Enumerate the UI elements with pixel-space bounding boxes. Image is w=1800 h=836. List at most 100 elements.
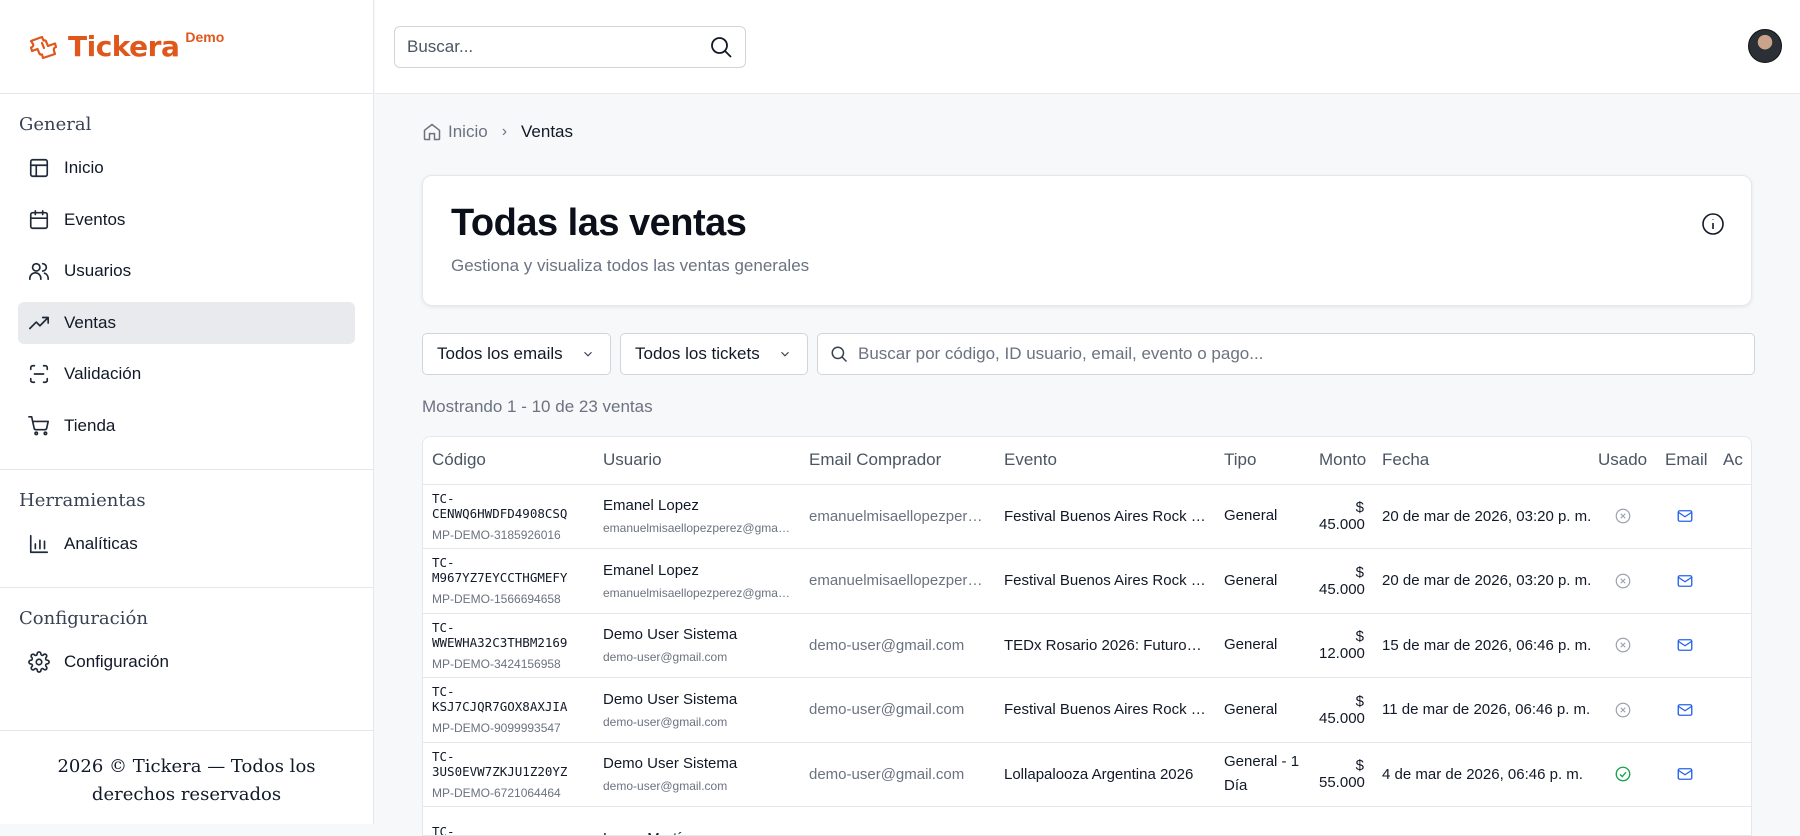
x-circle-icon[interactable] (1614, 636, 1632, 654)
tickets-filter-select[interactable]: Todos los tickets (620, 333, 808, 375)
x-circle-icon[interactable] (1614, 572, 1632, 590)
cell-event: TEDx Rosario 2026: Futuros ... (995, 613, 1215, 678)
sidebar-item-usuarios[interactable]: Usuarios (18, 250, 355, 292)
brand[interactable]: Tickera Demo (0, 0, 373, 94)
emails-filter-select[interactable]: Todos los emails (422, 333, 611, 375)
nav-heading: General (18, 114, 355, 135)
user-email: demo-user@gmail.com (603, 779, 791, 793)
avatar[interactable] (1748, 29, 1782, 63)
cell-buyer-email (800, 807, 995, 836)
ticket-code[interactable]: TC-WWEWHA32C3THBM2169 (432, 620, 585, 650)
cell-actions (1714, 742, 1752, 807)
cell-actions (1714, 484, 1752, 549)
payment-id: MP-DEMO-3185926016 (432, 528, 585, 542)
brand-name: Tickera (68, 30, 179, 63)
bar-chart-icon (28, 533, 50, 555)
x-circle-icon[interactable] (1614, 701, 1632, 719)
search-icon[interactable] (709, 35, 733, 59)
user-name: Emanel Lopez (603, 497, 791, 514)
mail-icon[interactable] (1676, 572, 1694, 590)
column-header[interactable]: Email (1656, 437, 1714, 484)
table-row[interactable]: TC-KSJ7CJQR7GOX8AXJIAMP-DEMO-9099993547D… (423, 678, 1752, 743)
column-header[interactable]: Código (423, 437, 594, 484)
cell-user: Emanel Lopezemanuelmisaellopezperez@gmai… (594, 549, 800, 614)
sidebar-item-tienda[interactable]: Tienda (18, 405, 355, 447)
column-header[interactable]: Usuario (594, 437, 800, 484)
user-name: Lucas Martín (603, 830, 791, 836)
mail-icon[interactable] (1676, 507, 1694, 525)
cell-email-action (1656, 742, 1714, 807)
sidebar-item-label: Tienda (64, 416, 115, 436)
table-row[interactable]: TC-WWEWHA32C3THBM2169MP-DEMO-3424156958D… (423, 613, 1752, 678)
cell-used (1589, 678, 1656, 743)
cell-used (1589, 807, 1656, 836)
sidebar-item-ventas[interactable]: Ventas (18, 302, 355, 344)
ticket-code[interactable]: TC-KSJ7CJQR7GOX8AXJIA (432, 684, 585, 714)
cell-date: 11 de mar de 2026, 06:46 p. m. (1373, 678, 1589, 743)
cell-date: 15 de mar de 2026, 06:46 p. m. (1373, 613, 1589, 678)
sidebar-item-label: Configuración (64, 652, 169, 672)
cell-code: TC-KSJ7CJQR7GOX8AXJIA MP-DEMO-9099993547 (423, 678, 594, 743)
search-input[interactable] (407, 37, 709, 57)
cell-email-action (1656, 484, 1714, 549)
layout-icon (28, 157, 50, 179)
tickets-filter-value: Todos los tickets (635, 344, 760, 364)
column-header[interactable]: Tipo (1215, 437, 1310, 484)
sidebar-item-analiticas[interactable]: Analíticas (18, 523, 355, 565)
sales-search-input[interactable] (858, 344, 1742, 364)
sidebar-item-eventos[interactable]: Eventos (18, 199, 355, 241)
cell-event: Festival Buenos Aires Rock 2... (995, 549, 1215, 614)
table-row[interactable]: TC-M967YZ7EYCCTHGMEFYMP-DEMO-1566694658E… (423, 549, 1752, 614)
cell-user: Demo User Sistemademo-user@gmail.com (594, 742, 800, 807)
cell-date (1373, 807, 1589, 836)
ticket-logo-icon (28, 34, 58, 60)
payment-id: MP-DEMO-6721064464 (432, 786, 585, 800)
ticket-code[interactable]: TC-CENWQ6HWDFD4908CSQ (432, 491, 585, 521)
mail-icon[interactable] (1676, 765, 1694, 783)
cell-type (1215, 807, 1310, 836)
sidebar-item-inicio[interactable]: Inicio (18, 147, 355, 189)
cell-type: General (1215, 678, 1310, 743)
cell-code: TC-3US0EVW7ZKJU1Z20YZ MP-DEMO-6721064464 (423, 742, 594, 807)
user-email: demo-user@gmail.com (603, 650, 791, 664)
check-circle-icon[interactable] (1614, 765, 1632, 783)
column-header[interactable]: Ac (1714, 437, 1752, 484)
cell-used (1589, 742, 1656, 807)
column-header[interactable]: Monto (1310, 437, 1373, 484)
sidebar: Tickera Demo General Inicio Eventos Usua… (0, 0, 374, 824)
column-header[interactable]: Fecha (1373, 437, 1589, 484)
page-subtitle: Gestiona y visualiza todos las ventas ge… (451, 256, 809, 276)
ticket-code[interactable]: TC-SN2EN710S0B6DE9IC6 (432, 824, 585, 836)
main-content: Inicio › Ventas Todas las ventas Gestion… (375, 95, 1800, 824)
cell-amount: $ 45.000 (1310, 484, 1373, 549)
sidebar-item-configuracion[interactable]: Configuración (18, 641, 355, 683)
column-header[interactable]: Email Comprador (800, 437, 995, 484)
mail-icon[interactable] (1676, 701, 1694, 719)
cell-buyer-email: demo-user@gmail.com (800, 678, 995, 743)
mail-icon[interactable] (1676, 636, 1694, 654)
global-search[interactable] (394, 26, 746, 68)
payment-id: MP-DEMO-9099993547 (432, 721, 585, 735)
cell-amount: $ 45.000 (1310, 678, 1373, 743)
breadcrumb-home[interactable]: Inicio (422, 122, 488, 142)
ticket-code[interactable]: TC-3US0EVW7ZKJU1Z20YZ (432, 749, 585, 779)
sidebar-item-label: Validación (64, 364, 141, 384)
sales-table-container[interactable]: Código Usuario Email Comprador Evento Ti… (422, 436, 1752, 836)
cell-date: 20 de mar de 2026, 03:20 p. m. (1373, 549, 1589, 614)
home-icon (422, 122, 442, 142)
info-icon[interactable] (1701, 212, 1725, 236)
cell-actions (1714, 807, 1752, 836)
cell-actions (1714, 549, 1752, 614)
cell-type: General (1215, 613, 1310, 678)
cell-type: General (1215, 549, 1310, 614)
ticket-code[interactable]: TC-M967YZ7EYCCTHGMEFY (432, 555, 585, 585)
table-row[interactable]: TC-CENWQ6HWDFD4908CSQ MP-DEMO-3185926016 E… (423, 484, 1752, 549)
sidebar-item-validacion[interactable]: Validación (18, 353, 355, 395)
sales-search[interactable] (817, 333, 1755, 375)
column-header[interactable]: Evento (995, 437, 1215, 484)
table-row[interactable]: TC-3US0EVW7ZKJU1Z20YZ MP-DEMO-6721064464 D… (423, 742, 1752, 807)
table-row[interactable]: TC-SN2EN710S0B6DE9IC6 Lucas Martín (423, 807, 1752, 836)
x-circle-icon[interactable] (1614, 507, 1632, 525)
column-header[interactable]: Usado (1589, 437, 1656, 484)
brand-badge: Demo (185, 29, 224, 45)
